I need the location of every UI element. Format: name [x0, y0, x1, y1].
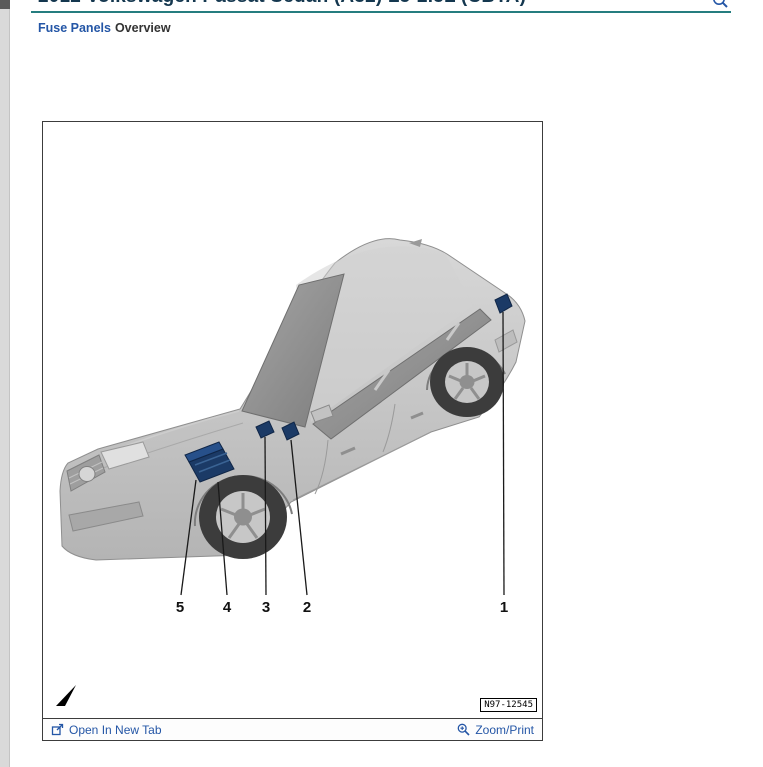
figure-toolbar: Open In New Tab Zoom/Print: [43, 718, 542, 740]
figure-reference-label: N97-12545: [480, 698, 537, 712]
callout-number-4: 4: [218, 599, 236, 616]
callout-number-2: 2: [298, 599, 316, 616]
figure-container: 5 4 3 2 1 N97-12545 Open In New Tab: [42, 121, 543, 741]
zoom-icon: [457, 723, 470, 736]
vw-badge: [79, 467, 95, 482]
callout-number-5: 5: [171, 599, 189, 616]
vehicle-illustration: [43, 122, 542, 718]
open-in-new-tab-icon: [51, 723, 64, 736]
page: 2012 Volkswagen Passat Sedan (A32) L5-2.…: [0, 0, 763, 767]
direction-arrow-icon: [56, 685, 76, 706]
figure-image-area[interactable]: 5 4 3 2 1 N97-12545: [43, 122, 542, 718]
title-divider: [31, 11, 731, 13]
page-title: 2012 Volkswagen Passat Sedan (A32) L5-2.…: [38, 0, 526, 8]
zoom-print-link[interactable]: Zoom/Print: [457, 723, 534, 737]
breadcrumb-current-page: Overview: [115, 21, 171, 35]
rear-wheel: [430, 347, 504, 417]
callout-number-1: 1: [495, 599, 513, 616]
scrollbar-thumb[interactable]: [0, 0, 10, 9]
page-header: 2012 Volkswagen Passat Sedan (A32) L5-2.…: [11, 0, 763, 13]
vertical-scrollbar[interactable]: [0, 0, 10, 767]
open-in-new-tab-link[interactable]: Open In New Tab: [51, 723, 162, 737]
breadcrumb-fuse-panels-link[interactable]: Fuse Panels: [38, 21, 111, 35]
front-wheel: [199, 475, 287, 559]
breadcrumb: Fuse Panels Overview: [38, 21, 763, 35]
main-content: 2012 Volkswagen Passat Sedan (A32) L5-2.…: [11, 0, 763, 767]
callout-number-3: 3: [257, 599, 275, 616]
